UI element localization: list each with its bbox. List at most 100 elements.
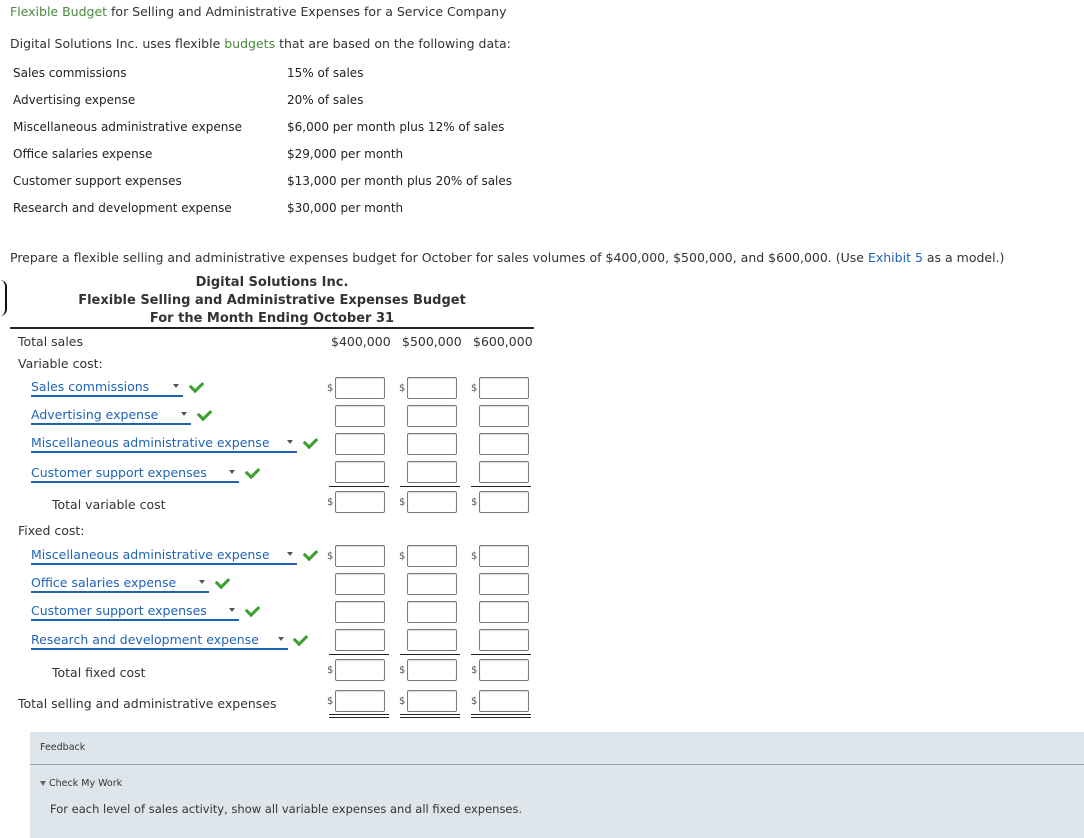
total-fixed-input[interactable] — [335, 659, 385, 681]
check-my-work-label: Check My Work — [49, 778, 123, 789]
dollar-sign: $ — [399, 665, 406, 676]
grand-total-input[interactable] — [335, 690, 385, 712]
amount-input[interactable] — [407, 461, 457, 483]
data-label: Office salaries expense — [13, 147, 153, 161]
instructions-post: as a model.) — [922, 250, 1005, 265]
amount-input[interactable] — [407, 601, 457, 623]
data-value: $13,000 per month plus 20% of sales — [287, 174, 513, 188]
variable-account-select-1[interactable]: Sales commissions — [31, 379, 183, 397]
amount-input[interactable] — [479, 545, 529, 567]
grand-total-label: Total selling and administrative expense… — [18, 696, 277, 711]
variable-account-select-3[interactable]: Miscellaneous administrative expense — [31, 435, 297, 453]
instructions: Prepare a flexible selling and administr… — [10, 250, 1004, 265]
amount-input[interactable] — [335, 377, 385, 399]
dropdown-arrow-icon — [199, 580, 205, 584]
subtotal-rule — [471, 486, 531, 487]
amount-input[interactable] — [479, 377, 529, 399]
title-text: for Selling and Administrative Expenses … — [107, 4, 507, 19]
variable-cost-label: Variable cost: — [18, 356, 103, 371]
checkmark-icon — [292, 630, 309, 647]
dollar-sign: $ — [327, 551, 334, 562]
exhibit-link[interactable]: Exhibit 5 — [868, 250, 923, 265]
checkmark-icon — [244, 463, 261, 480]
column-header-2: $500,000 — [402, 334, 462, 349]
data-label: Customer support expenses — [13, 174, 182, 188]
subtotal-rule — [400, 486, 460, 487]
feedback-text: For each level of sales activity, show a… — [50, 802, 523, 816]
double-rule — [329, 717, 389, 718]
total-variable-label: Total variable cost — [52, 497, 166, 512]
instructions-pre: Prepare a flexible selling and administr… — [10, 250, 868, 265]
total-variable-input[interactable] — [407, 491, 457, 513]
amount-input[interactable] — [407, 377, 457, 399]
fixed-account-select-3[interactable]: Customer support expenses — [31, 603, 239, 621]
amount-input[interactable] — [479, 573, 529, 595]
checkmark-icon — [302, 545, 319, 562]
dollar-sign: $ — [471, 551, 478, 562]
fixed-account-select-2[interactable]: Office salaries expense — [31, 575, 209, 593]
feedback-divider — [30, 764, 1084, 765]
amount-input[interactable] — [407, 405, 457, 427]
checkmark-icon — [188, 377, 205, 394]
dollar-sign: $ — [399, 383, 406, 394]
amount-input[interactable] — [479, 405, 529, 427]
subtotal-rule — [329, 486, 389, 487]
amount-input[interactable] — [407, 629, 457, 651]
checkmark-icon — [196, 405, 213, 422]
budgets-link[interactable]: budgets — [224, 36, 275, 51]
grand-total-input[interactable] — [479, 690, 529, 712]
select-value: Customer support expenses — [31, 465, 207, 480]
company-name: Digital Solutions Inc. — [195, 275, 349, 290]
amount-input[interactable] — [335, 545, 385, 567]
column-header-3: $600,000 — [473, 334, 533, 349]
total-fixed-input[interactable] — [479, 659, 529, 681]
total-fixed-label: Total fixed cost — [52, 665, 146, 680]
variable-account-select-2[interactable]: Advertising expense — [31, 407, 191, 425]
select-value: Office salaries expense — [31, 575, 177, 590]
amount-input[interactable] — [479, 601, 529, 623]
checkmark-icon — [244, 601, 261, 618]
total-fixed-input[interactable] — [407, 659, 457, 681]
dropdown-arrow-icon — [287, 552, 293, 556]
title-link[interactable]: Flexible Budget — [10, 4, 107, 19]
amount-input[interactable] — [407, 545, 457, 567]
dollar-sign: $ — [471, 383, 478, 394]
amount-input[interactable] — [335, 405, 385, 427]
dropdown-arrow-icon — [229, 608, 235, 612]
data-value: $29,000 per month — [287, 147, 404, 161]
double-rule — [400, 714, 460, 715]
total-variable-input[interactable] — [335, 491, 385, 513]
amount-input[interactable] — [335, 433, 385, 455]
dollar-sign: $ — [327, 696, 334, 707]
dollar-sign: $ — [327, 497, 334, 508]
select-value: Miscellaneous administrative expense — [31, 547, 270, 562]
fixed-account-select-1[interactable]: Miscellaneous administrative expense — [31, 547, 297, 565]
grand-total-input[interactable] — [407, 690, 457, 712]
amount-input[interactable] — [335, 573, 385, 595]
fixed-account-select-4[interactable]: Research and development expense — [31, 632, 288, 650]
amount-input[interactable] — [479, 461, 529, 483]
left-edge-bracket — [0, 280, 7, 316]
amount-input[interactable] — [335, 601, 385, 623]
amount-input[interactable] — [407, 573, 457, 595]
dollar-sign: $ — [399, 497, 406, 508]
dollar-sign: $ — [471, 497, 478, 508]
dropdown-arrow-icon — [229, 470, 235, 474]
total-variable-input[interactable] — [479, 491, 529, 513]
column-header-1: $400,000 — [331, 334, 391, 349]
double-rule — [400, 717, 460, 718]
amount-input[interactable] — [479, 433, 529, 455]
intro-pre: Digital Solutions Inc. uses flexible — [10, 36, 225, 51]
data-value: $30,000 per month — [287, 201, 404, 215]
amount-input[interactable] — [479, 629, 529, 651]
variable-account-select-4[interactable]: Customer support expenses — [31, 465, 239, 483]
amount-input[interactable] — [407, 433, 457, 455]
feedback-panel: Feedback Check My Work For each level of… — [30, 732, 1084, 838]
intro-post: that are based on the following data: — [275, 36, 511, 51]
feedback-title: Feedback — [40, 742, 86, 753]
dropdown-arrow-icon — [181, 412, 187, 416]
budget-period: For the Month Ending October 31 — [149, 311, 395, 326]
check-my-work-toggle[interactable]: Check My Work — [40, 778, 122, 789]
amount-input[interactable] — [335, 629, 385, 651]
amount-input[interactable] — [335, 461, 385, 483]
